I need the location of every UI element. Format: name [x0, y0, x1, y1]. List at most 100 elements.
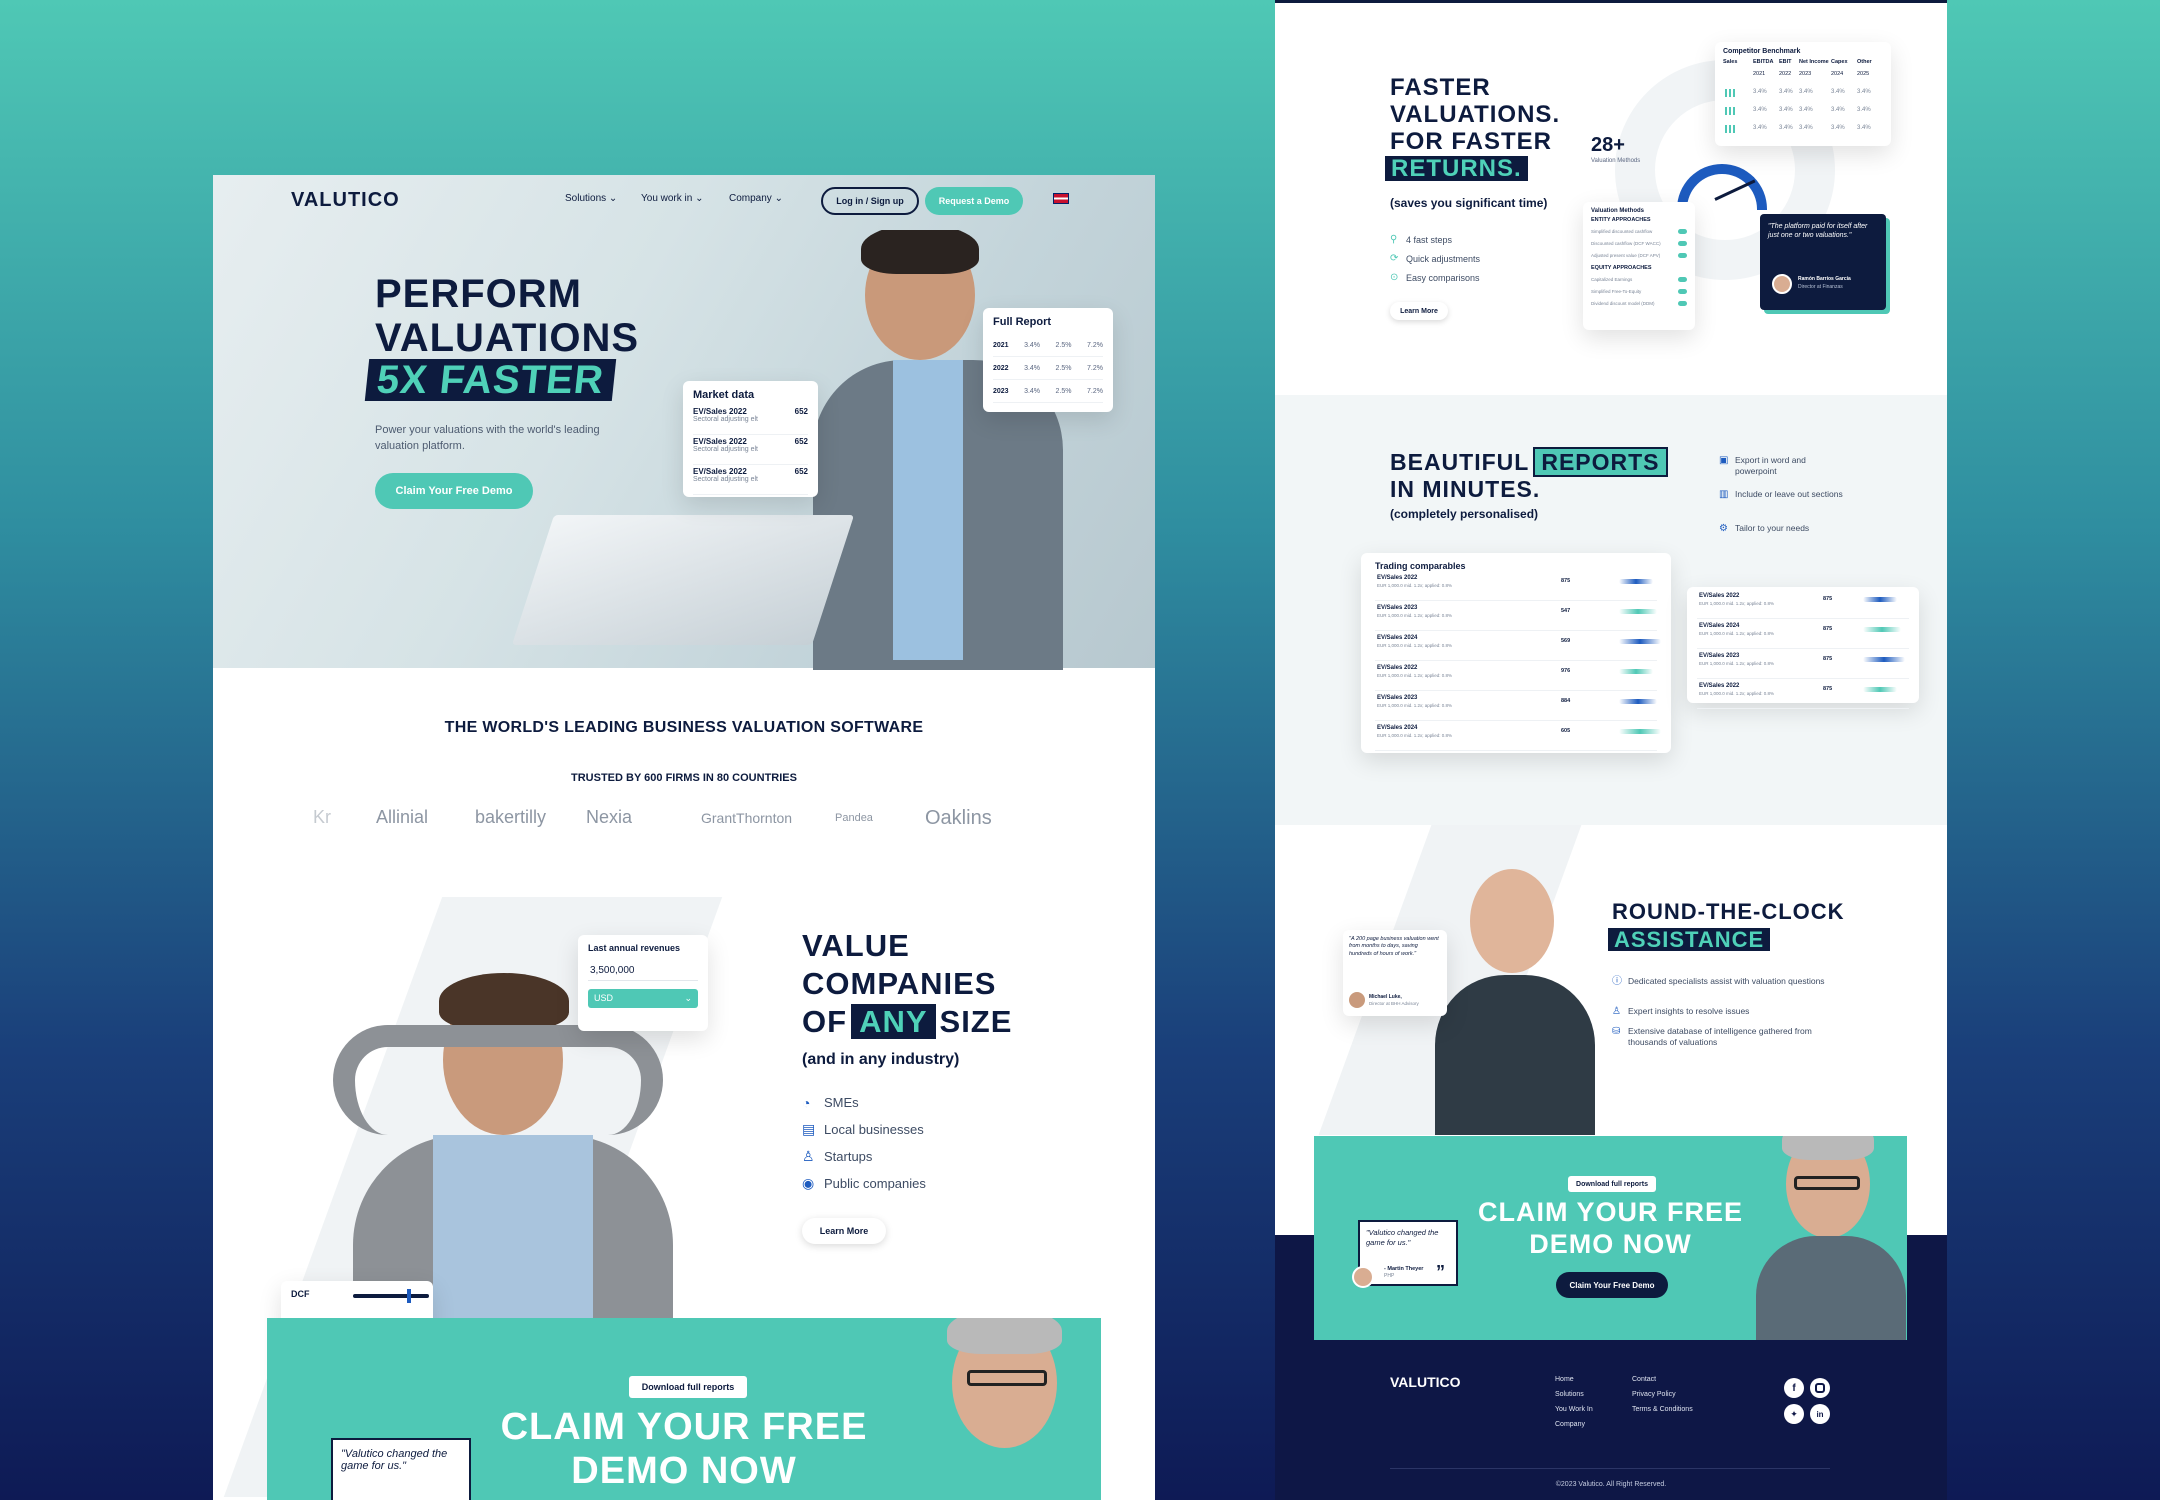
trading-row-label: EV/Sales 2024: [1699, 623, 1740, 629]
login-button[interactable]: Log in / Sign up: [821, 187, 919, 215]
footer-link[interactable]: Company: [1555, 1421, 1593, 1436]
method-item[interactable]: Simplified discounted cashflow: [1591, 225, 1687, 237]
valuation-methods-card: Valuation Methods ENTITY APPROACHES Simpli…: [1583, 202, 1695, 330]
claim-demo-button[interactable]: Claim Your Free Demo: [1556, 1272, 1668, 1298]
benchmark-cell: 3.4%: [1753, 125, 1767, 131]
claim-demo-button[interactable]: Claim Your Free Demo: [375, 473, 533, 509]
client-logo: Nexia: [586, 807, 633, 827]
download-reports-badge[interactable]: Download full reports: [1568, 1176, 1656, 1192]
footer-link[interactable]: Home: [1555, 1376, 1593, 1391]
value-feature-label: Local businesses: [824, 1122, 924, 1137]
revenue-input[interactable]: 3,500,000: [588, 961, 698, 981]
trading-row-sub: EUR 1,000.0 mid. 1.2x; applied: 0.8%: [1377, 613, 1453, 618]
brand-logo[interactable]: VALUTICO: [291, 189, 400, 212]
method-item[interactable]: Dividend discount model (DDM): [1591, 297, 1687, 309]
faster-title-line2: VALUATIONS.: [1390, 101, 1561, 128]
footer-link[interactable]: Solutions: [1555, 1391, 1593, 1406]
faster-feature-label: Easy comparisons: [1406, 272, 1480, 283]
trading-row-value: 976: [1561, 668, 1571, 674]
slider-handle[interactable]: [407, 1289, 411, 1303]
toggle-icon[interactable]: [1678, 276, 1687, 282]
document-icon: ▣: [1719, 455, 1729, 466]
benchmark-table: Sales EBITDA EBIT Net Income Capex Other 2021 2…: [1723, 59, 1883, 139]
footer-link[interactable]: Contact: [1632, 1376, 1693, 1391]
top-edge-bar: [1275, 0, 1947, 3]
value-feature-item: ◔ SMEs: [802, 1089, 926, 1116]
testimonial-quote: "The platform paid for itself after just…: [1768, 223, 1868, 240]
faster-learn-more-button[interactable]: Learn More: [1390, 302, 1448, 320]
assist-feature-label: Dedicated specialists assist with valuat…: [1628, 976, 1825, 986]
benchmark-cell: 3.4%: [1779, 125, 1793, 131]
client-logo: Oaklins: [925, 807, 992, 829]
assist-feature-label: Expert insights to resolve issues: [1628, 1006, 1750, 1016]
reports-title-highlight: REPORTS: [1533, 447, 1668, 477]
download-reports-badge[interactable]: Download full reports: [629, 1376, 747, 1398]
steps-icon: ⚲: [1390, 234, 1398, 245]
trading-row-sub: EUR 1,000.0 mid. 1.2x; applied: 0.8%: [1377, 643, 1453, 648]
footer-link[interactable]: You Work In: [1555, 1406, 1593, 1421]
method-label: Discounted cashflow (DCF WACC): [1591, 240, 1661, 246]
company-icon: ◉: [802, 1175, 815, 1191]
chevron-down-icon: ⌄: [684, 993, 692, 1003]
trading-row-value: 605: [1561, 728, 1571, 734]
trading-row-sub: EUR 1,000.0 mid. 1.2x; applied: 0.8%: [1377, 583, 1453, 588]
report-cell: 7.2%: [1087, 364, 1103, 372]
currency-select[interactable]: USD ⌄: [588, 989, 698, 1008]
slider-track[interactable]: [353, 1289, 429, 1303]
trading-row-value: 875: [1823, 596, 1833, 602]
trading-comparables-title: Trading comparables: [1375, 561, 1466, 571]
language-flag-icon[interactable]: [1053, 193, 1069, 204]
footer-brand-logo[interactable]: VALUTICO: [1390, 1374, 1461, 1390]
footer-link[interactable]: Terms & Conditions: [1632, 1406, 1693, 1421]
cta-quote-card: "Valutico changed the game for us.": [331, 1438, 471, 1500]
nav-item-you-work-in[interactable]: You work in ⌄: [641, 193, 704, 204]
social-linkedin-icon[interactable]: in: [1810, 1404, 1830, 1424]
hero-highlight-text: 5X FASTER: [374, 358, 607, 402]
quote-mark-icon: ”: [1436, 1262, 1445, 1282]
reports-feature-item: ▣ Export in word and powerpoint: [1719, 455, 1849, 489]
adjust-icon: ⟳: [1390, 253, 1399, 264]
hero-title-line2: VALUATIONS: [375, 316, 640, 360]
currency-value: USD: [594, 993, 614, 1003]
faster-title-line3: FOR FASTER: [1390, 128, 1553, 155]
row-divider: [1375, 630, 1657, 631]
trading-row-bar: [1619, 669, 1653, 674]
cta-band: Download full reports CLAIM YOUR FREE DE…: [267, 1318, 1101, 1500]
leading-heading: THE WORLD'S LEADING BUSINESS VALUATION S…: [444, 719, 924, 736]
toggle-icon[interactable]: [1678, 300, 1687, 306]
request-demo-button[interactable]: Request a Demo: [925, 187, 1023, 215]
trading-row-label: EV/Sales 2022: [1699, 593, 1740, 599]
benchmark-year: 2025: [1857, 71, 1870, 77]
toggle-icon[interactable]: [1678, 240, 1687, 246]
benchmark-year: 2021: [1753, 71, 1766, 77]
market-row-label: EV/Sales 2022: [693, 407, 747, 416]
method-item[interactable]: Adjusted present value (DCF APV): [1591, 249, 1687, 261]
trading-row-bar: [1619, 729, 1661, 734]
nav-label: Company: [729, 193, 772, 204]
social-facebook-icon[interactable]: f: [1784, 1378, 1804, 1398]
toggle-icon[interactable]: [1678, 228, 1687, 234]
toggle-icon[interactable]: [1678, 288, 1687, 294]
footer-link[interactable]: Privacy Policy: [1632, 1391, 1693, 1406]
expert-icon: ♙: [1612, 1006, 1621, 1017]
market-data-title: Market data: [693, 389, 755, 401]
method-label: Capitalized Earnings: [1591, 276, 1633, 282]
value-learn-more-button[interactable]: Learn More: [802, 1218, 886, 1244]
faster-subtitle: (saves you significant time): [1390, 196, 1548, 210]
toggle-icon[interactable]: [1678, 252, 1687, 258]
hero-subtitle: Power your valuations with the world's l…: [375, 424, 600, 452]
social-instagram-icon[interactable]: [1810, 1378, 1830, 1398]
faster-feature-label: 4 fast steps: [1406, 234, 1453, 245]
method-item[interactable]: Discounted cashflow (DCF WACC): [1591, 237, 1687, 249]
method-item[interactable]: Simplified Free-To-Equity: [1591, 285, 1687, 297]
nav-label: Solutions: [565, 193, 607, 204]
trading-row-label: EV/Sales 2022: [1377, 665, 1418, 671]
nav-item-solutions[interactable]: Solutions ⌄: [565, 193, 617, 204]
social-twitter-icon[interactable]: ✦: [1784, 1404, 1804, 1424]
cta-older-man-image: [907, 1318, 1097, 1500]
method-item[interactable]: Capitalized Earnings: [1591, 273, 1687, 285]
nav-item-company[interactable]: Company ⌄: [729, 193, 783, 204]
assist-quote-role: Director at BHH Advisory: [1369, 1001, 1419, 1006]
trading-rows-secondary: EV/Sales 2022 EUR 1,000.0 mid. 1.2x; appl…: [1697, 593, 1909, 709]
trading-row-value: 875: [1823, 656, 1833, 662]
